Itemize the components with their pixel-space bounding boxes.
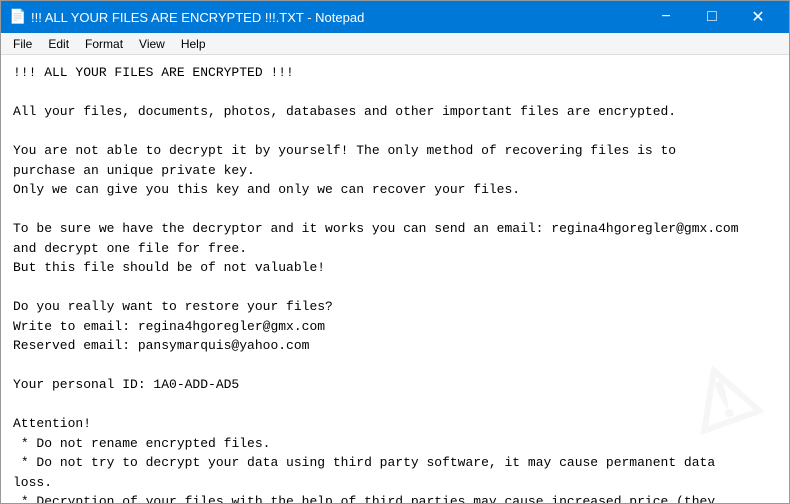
window-title: !!! ALL YOUR FILES ARE ENCRYPTED !!!.TXT… xyxy=(31,10,643,25)
menu-view[interactable]: View xyxy=(131,35,173,53)
window-controls: − □ ✕ xyxy=(643,1,781,33)
notepad-window: 📄 !!! ALL YOUR FILES ARE ENCRYPTED !!!.T… xyxy=(0,0,790,504)
menu-help[interactable]: Help xyxy=(173,35,214,53)
close-button[interactable]: ✕ xyxy=(735,1,781,33)
text-editor-area[interactable]: ⚠ !!! ALL YOUR FILES ARE ENCRYPTED !!! A… xyxy=(1,55,789,503)
menu-file[interactable]: File xyxy=(5,35,40,53)
ransomware-text: !!! ALL YOUR FILES ARE ENCRYPTED !!! All… xyxy=(13,63,777,503)
maximize-button[interactable]: □ xyxy=(689,1,735,33)
title-bar: 📄 !!! ALL YOUR FILES ARE ENCRYPTED !!!.T… xyxy=(1,1,789,33)
app-icon: 📄 xyxy=(9,9,25,25)
menu-bar: File Edit Format View Help xyxy=(1,33,789,55)
menu-edit[interactable]: Edit xyxy=(40,35,77,53)
minimize-button[interactable]: − xyxy=(643,1,689,33)
menu-format[interactable]: Format xyxy=(77,35,131,53)
